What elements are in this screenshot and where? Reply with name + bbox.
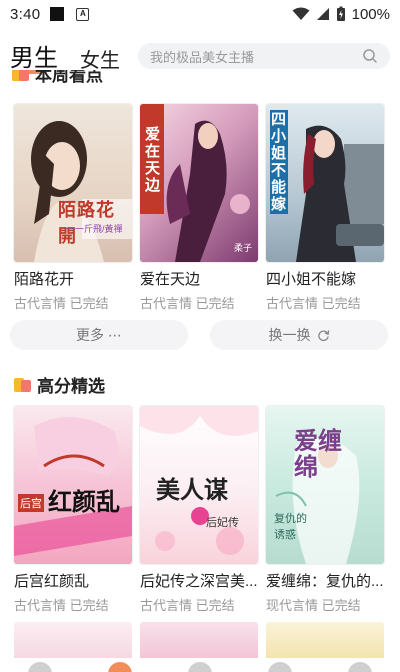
- cover-sub-text: 复仇的诱惑: [274, 513, 307, 541]
- notification-icon: [50, 7, 65, 21]
- more-label: 更多 ⋯: [76, 327, 122, 343]
- signal-icon: [316, 8, 329, 20]
- book-meta: 古代言情 已完结: [14, 598, 109, 613]
- search-input[interactable]: 我的极品美女主播: [138, 43, 390, 69]
- cover-sub-text: 一一斤飛/黃禪: [66, 224, 123, 234]
- book-card[interactable]: 爱在天边 柔子 爱在天边 古代言情 已完结: [140, 104, 260, 312]
- app-a-icon: A: [76, 7, 90, 21]
- book-cover-partial[interactable]: [140, 622, 258, 662]
- book-title[interactable]: 陌路花开: [14, 268, 134, 289]
- book-card[interactable]: 美人谋 后妃传 后妃传之深宫美... 古代言情 已完结: [140, 406, 260, 614]
- status-bar: 3:40 A 100%: [0, 0, 400, 28]
- book-meta: 古代言情 已完结: [140, 296, 235, 311]
- book-cover[interactable]: 陌路花開 一一斤飛/黃禪: [14, 104, 132, 262]
- book-card[interactable]: 陌路花開 一一斤飛/黃禪 陌路花开 古代言情 已完结: [14, 104, 134, 312]
- cover-sub-text: 后妃传: [206, 517, 239, 529]
- status-time: 3:40: [10, 5, 41, 23]
- book-title[interactable]: 后宫红颜乱: [14, 570, 134, 591]
- book-cover[interactable]: 美人谋 后妃传: [140, 406, 258, 564]
- section-weekly-title: 本周看点: [35, 70, 103, 85]
- book-title[interactable]: 爱在天边: [140, 268, 260, 289]
- wifi-icon: [292, 7, 310, 20]
- book-meta: 古代言情 已完结: [266, 296, 361, 311]
- tab-male[interactable]: 男生: [10, 38, 58, 73]
- cover-title-text: 爱缠绵: [294, 426, 342, 481]
- battery-percent: 100%: [351, 5, 390, 23]
- search-icon[interactable]: [362, 48, 378, 64]
- cover-title-text: 四小姐不能嫁: [270, 110, 288, 214]
- refresh-button[interactable]: 换一换: [210, 320, 388, 350]
- book-meta: 现代言情 已完结: [266, 598, 361, 613]
- book-cover[interactable]: 后宫 红颜乱: [14, 406, 132, 564]
- cover-title-text: 美人谋: [156, 475, 228, 504]
- book-cover[interactable]: 爱缠绵 复仇的诱惑: [266, 406, 384, 564]
- book-cover[interactable]: 爱在天边 柔子: [140, 104, 258, 262]
- book-meta: 古代言情 已完结: [140, 598, 235, 613]
- book-cover[interactable]: 四小姐不能嫁: [266, 104, 384, 262]
- battery-icon: [336, 6, 345, 21]
- book-card[interactable]: 后宫 红颜乱 后宫红颜乱 古代言情 已完结: [14, 406, 134, 614]
- status-right: 100%: [292, 6, 390, 23]
- book-title[interactable]: 后妃传之深宫美...: [140, 570, 260, 591]
- cover-sub-text: 柔子: [233, 243, 252, 253]
- section-top-header: 高分精选: [14, 372, 105, 397]
- section-top-title: 高分精选: [37, 377, 105, 396]
- book-cover-partial[interactable]: [14, 622, 132, 662]
- refresh-label: 换一换: [268, 327, 311, 343]
- book-cover-partial[interactable]: [266, 622, 384, 662]
- book-title[interactable]: 四小姐不能嫁: [266, 268, 386, 289]
- cover-sub-text: 后宫: [18, 494, 44, 512]
- search-placeholder: 我的极品美女主播: [150, 49, 255, 65]
- cover-title-text: 爱在天边: [145, 126, 161, 194]
- book-title[interactable]: 爱缠绵：复仇的...: [266, 570, 386, 591]
- more-button[interactable]: 更多 ⋯: [10, 320, 188, 350]
- section-weekly-header: 本周看点: [12, 70, 162, 92]
- refresh-icon: [317, 329, 329, 341]
- cover-title-text: 红颜乱: [48, 487, 120, 516]
- book-card[interactable]: 四小姐不能嫁 四小姐不能嫁 古代言情 已完结: [266, 104, 386, 312]
- section-book-icon: [14, 377, 32, 393]
- book-meta: 古代言情 已完结: [14, 296, 109, 311]
- section-book-icon: [12, 70, 30, 82]
- book-card[interactable]: 爱缠绵 复仇的诱惑 爱缠绵：复仇的... 现代言情 已完结: [266, 406, 386, 614]
- tab-female[interactable]: 女生: [80, 44, 120, 73]
